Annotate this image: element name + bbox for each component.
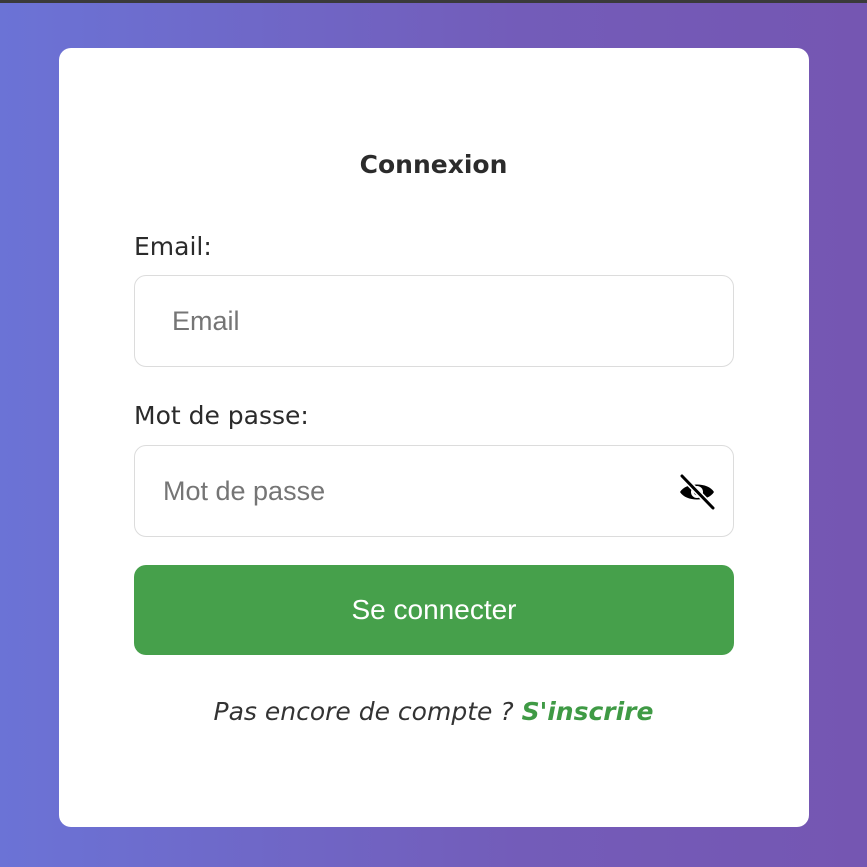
signup-link[interactable]: S'inscrire — [522, 697, 654, 726]
email-field[interactable] — [134, 275, 734, 367]
eye-slash-icon — [679, 474, 716, 510]
login-button[interactable]: Se connecter — [134, 565, 734, 655]
signup-prompt: Pas encore de compte ? S'inscrire — [0, 697, 867, 726]
page-title: Connexion — [359, 150, 508, 179]
password-visibility-toggle[interactable] — [675, 472, 719, 512]
signup-prompt-text: Pas encore de compte ? — [213, 697, 514, 726]
password-field[interactable] — [134, 445, 734, 537]
password-label: Mot de passe: — [134, 401, 309, 430]
window-top-border — [0, 0, 867, 3]
email-label: Email: — [134, 232, 212, 261]
